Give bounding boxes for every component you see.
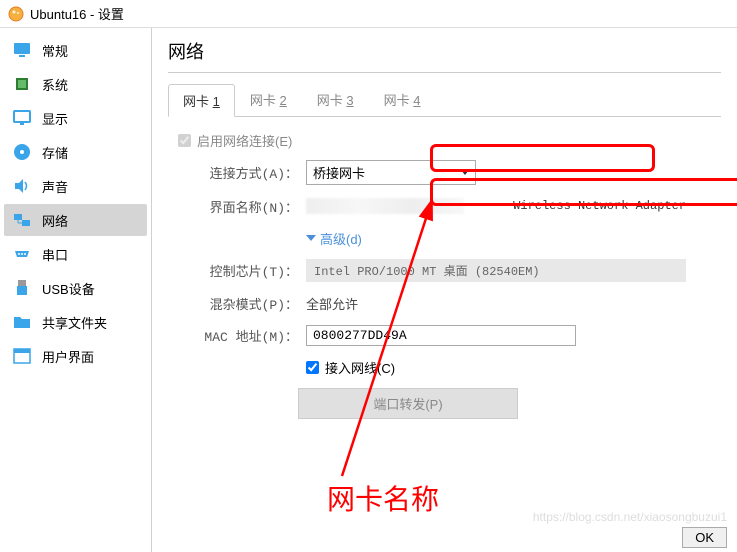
sidebar-item-label: 常规: [42, 41, 68, 60]
cable-row: 接入网线(C): [178, 356, 711, 378]
interface-value-suffix: Wireless Network Adapter: [513, 199, 686, 213]
sidebar-item-label: 显示: [42, 109, 68, 128]
content-panel: 网络 网卡 1 网卡 2 网卡 3 网卡 4 启用网络连接(E) 连接方式(A)…: [152, 28, 737, 552]
tabs: 网卡 1 网卡 2 网卡 3 网卡 4: [168, 83, 721, 117]
promisc-label: 混杂模式(P)：: [178, 294, 298, 313]
tab-adapter-2[interactable]: 网卡 2: [235, 83, 302, 116]
sidebar-item-ui[interactable]: 用户界面: [4, 340, 147, 372]
sidebar-item-shared[interactable]: 共享文件夹: [4, 306, 147, 338]
chip-label: 控制芯片(T)：: [178, 261, 298, 280]
chip-row: 控制芯片(T)： Intel PRO/1000 MT 桌面 (82540EM): [178, 259, 711, 282]
mac-label: MAC 地址(M)：: [178, 326, 298, 345]
app-icon: [8, 6, 24, 22]
speaker-icon: [12, 176, 32, 196]
sidebar-item-label: 串口: [42, 245, 68, 264]
watermark: https://blog.csdn.net/xiaosongbuzui1: [533, 510, 727, 524]
sidebar-item-label: 系统: [42, 75, 68, 94]
sidebar-item-label: 存储: [42, 143, 68, 162]
page-title: 网络: [168, 38, 721, 64]
cable-checkbox[interactable]: [306, 361, 319, 374]
chevron-down-icon: [461, 170, 469, 175]
disk-icon: [12, 142, 32, 162]
sidebar-item-display[interactable]: 显示: [4, 102, 147, 134]
divider: [168, 72, 721, 73]
ui-icon: [12, 346, 32, 366]
folder-icon: [12, 312, 32, 332]
ok-button[interactable]: OK: [682, 527, 727, 548]
sidebar-item-label: USB设备: [42, 279, 95, 298]
enable-network-label: 启用网络连接(E): [197, 131, 292, 150]
sidebar-item-audio[interactable]: 声音: [4, 170, 147, 202]
sidebar-item-label: 网络: [42, 211, 68, 230]
annotation-text: 网卡名称: [327, 478, 439, 518]
sidebar-item-general[interactable]: 常规: [4, 34, 147, 66]
cable-label: 接入网线(C): [325, 358, 395, 377]
window-titlebar: Ubuntu16 - 设置: [0, 0, 737, 28]
advanced-row: 高级(d): [178, 227, 711, 249]
sidebar: 常规 系统 显示 存储 声音 网络 串口 USB设备: [0, 28, 152, 552]
connection-row: 连接方式(A)： 桥接网卡: [178, 160, 711, 185]
port-forward-row: 端口转发(P): [178, 388, 711, 419]
port-forward-button[interactable]: 端口转发(P): [298, 388, 518, 419]
tab-adapter-3[interactable]: 网卡 3: [302, 83, 369, 116]
display-icon: [12, 108, 32, 128]
promisc-row: 混杂模式(P)： 全部允许: [178, 292, 711, 314]
sidebar-item-label: 共享文件夹: [42, 313, 107, 332]
tab-adapter-4[interactable]: 网卡 4: [369, 83, 436, 116]
sidebar-item-usb[interactable]: USB设备: [4, 272, 147, 304]
enable-network-checkbox[interactable]: [178, 134, 191, 147]
window-title: Ubuntu16 - 设置: [30, 4, 124, 23]
interface-row: 界面名称(N)： Wireless Network Adapter: [178, 195, 711, 217]
advanced-label: 高级(d): [320, 229, 362, 248]
chip-value: Intel PRO/1000 MT 桌面 (82540EM): [306, 259, 686, 282]
tab-adapter-1[interactable]: 网卡 1: [168, 84, 235, 117]
sidebar-item-storage[interactable]: 存储: [4, 136, 147, 168]
form: 启用网络连接(E) 连接方式(A)： 桥接网卡 界面名称(N)： Wireles…: [168, 117, 721, 443]
interface-dropdown[interactable]: Wireless Network Adapter: [306, 196, 686, 216]
sidebar-item-network[interactable]: 网络: [4, 204, 147, 236]
advanced-toggle[interactable]: 高级(d): [306, 229, 362, 248]
sidebar-item-label: 用户界面: [42, 347, 94, 366]
chip-icon: [12, 74, 32, 94]
sidebar-item-system[interactable]: 系统: [4, 68, 147, 100]
connection-value: 桥接网卡: [313, 163, 365, 182]
connection-label: 连接方式(A)：: [178, 163, 298, 182]
enable-network-row: 启用网络连接(E): [178, 131, 711, 150]
monitor-icon: [12, 40, 32, 60]
mac-row: MAC 地址(M)：: [178, 324, 711, 346]
interface-value-masked: [306, 198, 464, 214]
mac-input[interactable]: [306, 325, 576, 346]
interface-label: 界面名称(N)：: [178, 197, 298, 216]
usb-icon: [12, 278, 32, 298]
serial-icon: [12, 244, 32, 264]
promisc-value: 全部允许: [306, 294, 358, 313]
triangle-down-icon: [306, 235, 316, 241]
sidebar-item-serial[interactable]: 串口: [4, 238, 147, 270]
connection-dropdown[interactable]: 桥接网卡: [306, 160, 476, 185]
network-icon: [12, 210, 32, 230]
sidebar-item-label: 声音: [42, 177, 68, 196]
